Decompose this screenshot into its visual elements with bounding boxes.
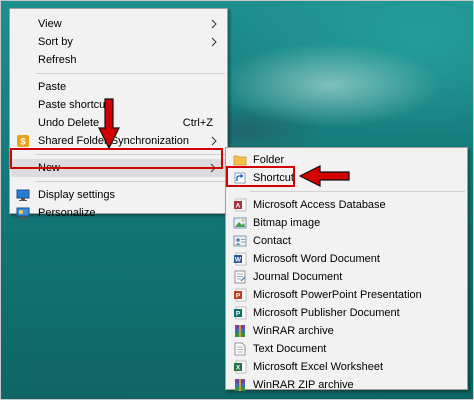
winrar-icon xyxy=(235,325,245,337)
down-arrow-annotation xyxy=(98,98,120,150)
menu-item-display-settings[interactable]: Display settings xyxy=(10,186,227,204)
shared-folder-sync-icon: $ xyxy=(17,135,29,147)
menu-item-paste[interactable]: Paste xyxy=(10,78,227,96)
chevron-right-icon xyxy=(211,37,217,47)
menu-separator xyxy=(36,181,225,182)
svg-text:$: $ xyxy=(20,137,25,147)
submenu-item-access-database[interactable]: A Microsoft Access Database xyxy=(226,196,467,214)
submenu-item-publisher-document[interactable]: P Microsoft Publisher Document xyxy=(226,304,467,322)
publisher-icon: P xyxy=(234,306,247,320)
powerpoint-icon: P xyxy=(234,288,247,302)
display-settings-icon xyxy=(16,189,30,201)
submenu-item-winrar-zip-archive[interactable]: WinRAR ZIP archive xyxy=(226,376,467,394)
chevron-right-icon xyxy=(210,163,216,173)
submenu-item-contact[interactable]: Contact xyxy=(226,232,467,250)
menu-item-view[interactable]: View xyxy=(10,15,227,33)
menu-item-personalize[interactable]: Personalize xyxy=(10,204,227,222)
svg-text:P: P xyxy=(236,311,241,318)
submenu-item-excel-worksheet[interactable]: X Microsoft Excel Worksheet xyxy=(226,358,467,376)
shortcut-icon xyxy=(234,172,246,184)
word-icon: W xyxy=(234,252,247,266)
submenu-item-winrar-archive[interactable]: WinRAR archive xyxy=(226,322,467,340)
svg-text:X: X xyxy=(236,365,241,372)
personalize-icon xyxy=(16,207,30,219)
winrar-zip-icon xyxy=(235,379,245,391)
excel-icon: X xyxy=(234,360,247,374)
submenu-item-journal-document[interactable]: Journal Document xyxy=(226,268,467,286)
access-icon: A xyxy=(234,198,247,212)
menu-item-new[interactable]: New xyxy=(11,159,226,177)
svg-text:W: W xyxy=(235,257,242,264)
left-arrow-annotation xyxy=(298,165,350,187)
menu-item-refresh[interactable]: Refresh xyxy=(10,51,227,69)
svg-text:A: A xyxy=(236,203,241,210)
submenu-item-powerpoint-presentation[interactable]: P Microsoft PowerPoint Presentation xyxy=(226,286,467,304)
text-document-icon xyxy=(234,342,246,356)
journal-icon xyxy=(234,270,246,284)
bitmap-icon xyxy=(233,217,247,229)
folder-icon xyxy=(233,155,247,166)
menu-separator xyxy=(36,73,225,74)
submenu-item-text-document[interactable]: Text Document xyxy=(226,340,467,358)
contact-icon xyxy=(233,235,247,247)
menu-separator xyxy=(36,154,225,155)
shortcut-key-label: Ctrl+Z xyxy=(182,117,213,129)
menu-item-sort-by[interactable]: Sort by xyxy=(10,33,227,51)
chevron-right-icon xyxy=(211,19,217,29)
chevron-right-icon xyxy=(211,136,217,146)
svg-text:P: P xyxy=(236,293,241,300)
submenu-item-bitmap-image[interactable]: Bitmap image xyxy=(226,214,467,232)
menu-separator xyxy=(250,191,465,192)
submenu-item-word-document[interactable]: W Microsoft Word Document xyxy=(226,250,467,268)
